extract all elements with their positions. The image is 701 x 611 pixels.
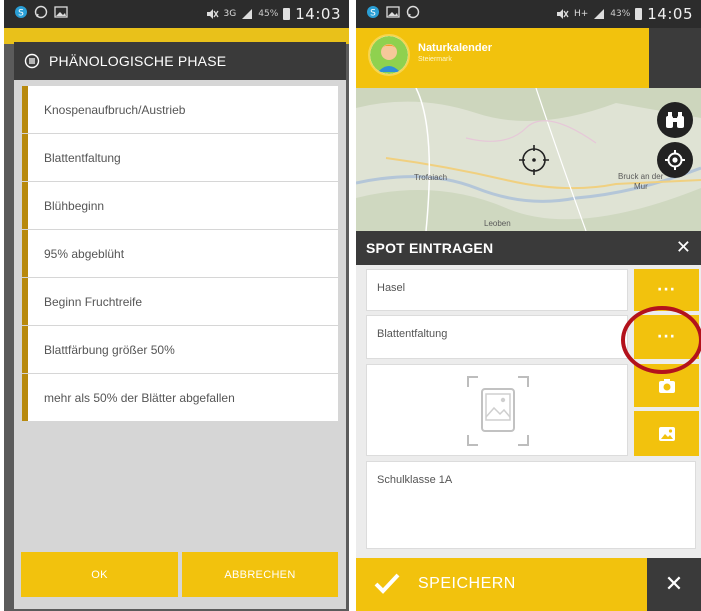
image-notification-icon	[54, 6, 68, 18]
app-title: Naturkalender	[418, 42, 492, 54]
app-header-action-area	[649, 28, 701, 88]
battery-percent: 43%	[610, 9, 631, 19]
phase-option[interactable]: Blühbeginn	[22, 182, 338, 229]
phase-option[interactable]: Blattentfaltung	[22, 134, 338, 181]
skype-icon: S	[15, 6, 27, 19]
app-subtitle: Steiermark	[418, 56, 452, 63]
more-dots-icon: ···	[657, 282, 676, 298]
crosshair-icon	[519, 145, 549, 175]
phase-option-label: Knospenaufbruch/Austrieb	[44, 102, 186, 117]
species-more-button[interactable]: ···	[634, 269, 699, 311]
network-type: H+	[573, 9, 589, 19]
signal-icon	[594, 9, 605, 19]
phase-option[interactable]: 95% abgeblüht	[22, 230, 338, 277]
mute-icon	[556, 9, 569, 19]
gallery-button[interactable]	[634, 411, 699, 456]
battery-percent: 45%	[258, 9, 279, 19]
phase-list: Knospenaufbruch/Austrieb Blattentfaltung…	[22, 86, 338, 422]
spot-entry-title: SPOT EINTRAGEN	[366, 240, 494, 256]
phone-screen-spot-entry: S H+ 43% 14:05 Naturkalender Steiermark …	[356, 0, 701, 611]
image-notification-icon	[386, 6, 400, 18]
phone-screen-phase-picker: S 3G 45% 14:03 PHÄNOLOGISCHE PHASE Knosp…	[4, 0, 349, 611]
phase-field[interactable]: Blattentfaltung	[366, 315, 628, 359]
status-bar: S H+ 43% 14:05	[356, 0, 701, 28]
dialog-header: PHÄNOLOGISCHE PHASE	[14, 42, 346, 80]
mute-icon	[206, 9, 219, 19]
map-place-label: Leoben	[484, 219, 511, 228]
signal-icon	[242, 9, 253, 19]
phase-option-label: Blattentfaltung	[44, 150, 121, 165]
species-field[interactable]: Hasel	[366, 269, 628, 311]
phase-option-label: Beginn Fruchtreife	[44, 294, 143, 309]
whatsapp-icon	[34, 5, 48, 19]
gallery-image-icon	[658, 426, 675, 441]
location-target-icon	[665, 150, 685, 170]
dialog-title: PHÄNOLOGISCHE PHASE	[49, 53, 227, 69]
camera-icon	[658, 378, 675, 393]
note-textarea[interactable]: Schulklasse 1A	[366, 461, 696, 549]
checkmark-icon	[374, 573, 400, 594]
map-place-label: Trofaiach	[414, 173, 448, 182]
highlight-annotation-ring	[621, 306, 701, 374]
screenshot-pair: S 3G 45% 14:03 PHÄNOLOGISCHE PHASE Knosp…	[0, 0, 701, 611]
svg-text:S: S	[370, 9, 376, 19]
phase-option[interactable]: Knospenaufbruch/Austrieb	[22, 86, 338, 133]
child-avatar-icon	[370, 36, 408, 74]
battery-icon	[635, 8, 643, 20]
locate-me-button[interactable]	[657, 142, 693, 178]
whatsapp-icon	[406, 5, 420, 19]
phase-option[interactable]: Blattfärbung größer 50%	[22, 326, 338, 373]
skype-icon: S	[367, 6, 379, 19]
clock: 14:03	[295, 5, 341, 23]
discard-button[interactable]: ✕	[647, 558, 701, 611]
list-circle-icon	[24, 53, 40, 69]
ok-button[interactable]: OK	[21, 552, 178, 597]
map-view[interactable]: Trofaiach Bruck an der Mur Leoben	[356, 88, 701, 231]
close-icon[interactable]: ✕	[676, 237, 691, 258]
status-bar: S 3G 45% 14:03	[4, 0, 349, 28]
clock: 14:05	[647, 5, 693, 23]
map-place-label: Mur	[634, 182, 648, 191]
app-logo[interactable]	[368, 34, 410, 76]
spot-entry-header: SPOT EINTRAGEN ✕	[356, 231, 701, 265]
phase-option-label: 95% abgeblüht	[44, 246, 125, 261]
phase-option-label: Blühbeginn	[44, 198, 105, 213]
phase-dialog: PHÄNOLOGISCHE PHASE Knospenaufbruch/Aust…	[14, 42, 346, 609]
binoculars-button[interactable]	[657, 102, 693, 138]
save-label: SPEICHERN	[418, 575, 516, 592]
svg-text:S: S	[18, 9, 24, 19]
battery-icon	[283, 8, 291, 20]
network-type: 3G	[223, 9, 237, 19]
phase-option[interactable]: Beginn Fruchtreife	[22, 278, 338, 325]
phase-option-label: Blattfärbung größer 50%	[44, 342, 175, 357]
phase-option-label: mehr als 50% der Blätter abgefallen	[44, 390, 235, 405]
photo-placeholder[interactable]	[366, 364, 628, 456]
map-place-label: Bruck an der	[618, 172, 664, 181]
photo-frame-icon	[467, 376, 529, 446]
cancel-button[interactable]: ABBRECHEN	[182, 552, 338, 597]
phase-option[interactable]: mehr als 50% der Blätter abgefallen	[22, 374, 338, 421]
binoculars-icon	[666, 112, 684, 128]
